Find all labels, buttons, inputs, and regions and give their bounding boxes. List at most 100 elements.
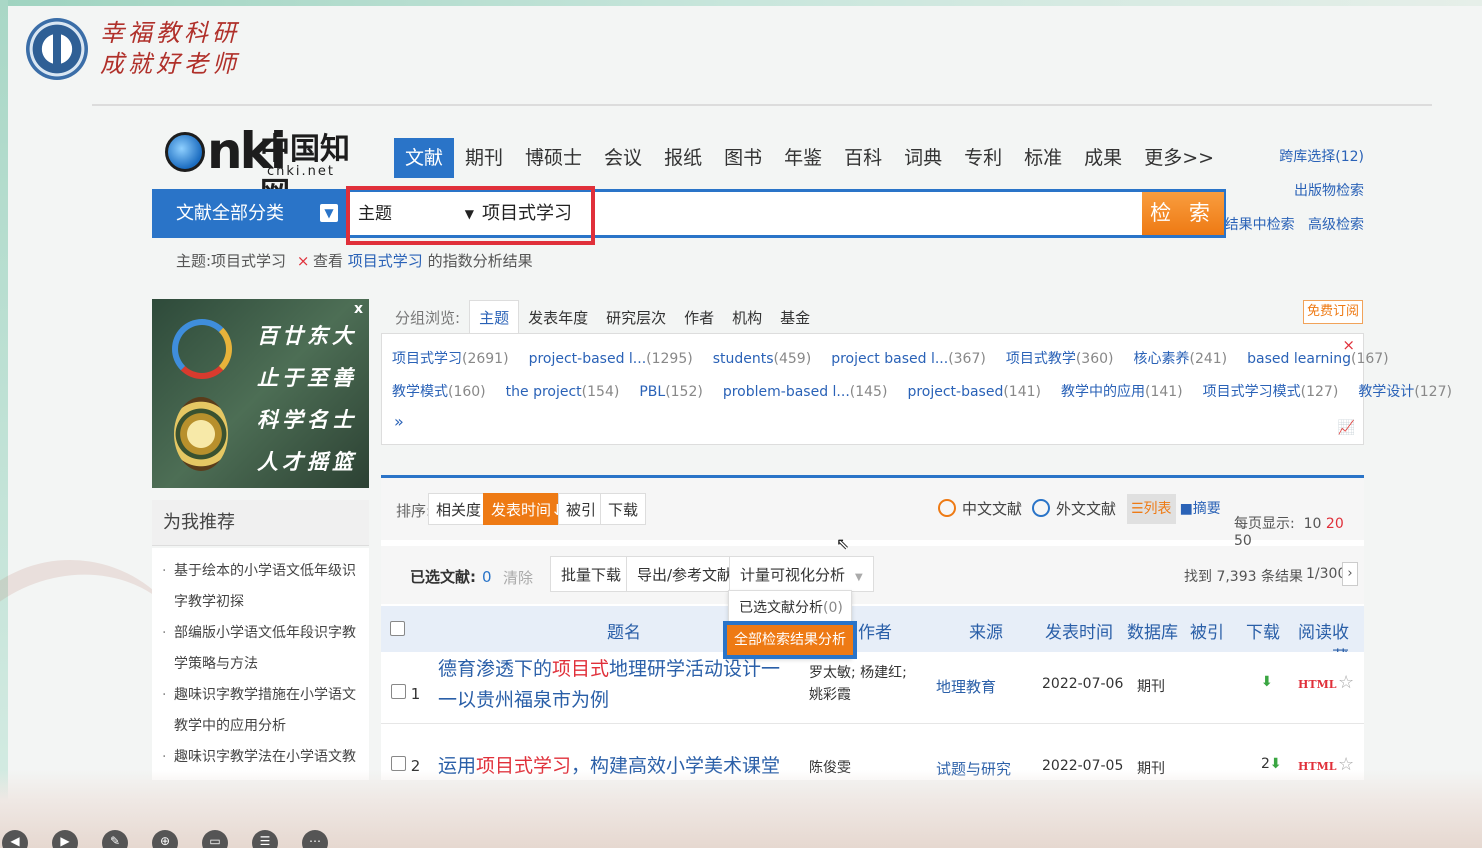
cross-db-select-link[interactable]: 跨库选择(12) — [1225, 146, 1364, 180]
nav-tab-dictionary[interactable]: 词典 — [893, 138, 953, 178]
topic-filter-link[interactable]: 项目式学习模式(127) — [1203, 384, 1339, 400]
more-icon[interactable]: ⋯ — [302, 830, 328, 848]
prev-icon[interactable]: ◀ — [2, 830, 28, 848]
topic-filter-link[interactable]: PBL(152) — [639, 384, 703, 400]
row-authors[interactable]: 罗太敏; 杨建红; 姚彩霞 — [809, 662, 924, 706]
topic-name: 核心素养 — [1133, 351, 1190, 367]
visualize-analysis-button[interactable]: 计量可视化分析 ▼ — [729, 556, 874, 592]
topic-filter-link[interactable]: based learning(167) — [1247, 351, 1388, 367]
cnki-logo[interactable]: nki 中国知网 cnki.net — [155, 122, 365, 211]
per-page-10[interactable]: 10 — [1304, 516, 1322, 532]
group-tab-author[interactable]: 作者 — [675, 302, 723, 334]
all-results-analysis-option[interactable]: 全部检索结果分析 — [723, 621, 857, 659]
row-source[interactable]: 地理教育 — [936, 676, 996, 697]
select-all-checkbox[interactable] — [390, 621, 405, 636]
screen-icon[interactable]: ▭ — [202, 830, 228, 848]
zoom-icon[interactable]: ⊕ — [152, 830, 178, 848]
slide-frame-top — [0, 0, 1482, 6]
header-cited[interactable]: 被引 — [1190, 618, 1224, 643]
group-tab-institution[interactable]: 机构 — [723, 302, 771, 334]
trend-chart-icon[interactable]: 📈 — [1338, 420, 1355, 436]
sort-cited[interactable]: 被引 — [558, 493, 605, 525]
group-tab-fund[interactable]: 基金 — [771, 302, 819, 334]
topic-filter-link[interactable]: project-based l...(1295) — [529, 351, 693, 367]
nav-tab-more[interactable]: 更多>> — [1133, 138, 1225, 178]
download-icon[interactable]: ⬇ — [1261, 674, 1273, 690]
nav-tab-conference[interactable]: 会议 — [593, 138, 653, 178]
close-icon[interactable]: x — [354, 301, 363, 317]
publication-search-link[interactable]: 出版物检索 — [1225, 180, 1364, 214]
row-download[interactable]: ⬇ — [1261, 674, 1273, 690]
topic-filter-link[interactable]: 项目式教学(360) — [1006, 351, 1114, 367]
close-icon[interactable]: × — [297, 252, 310, 270]
header-title[interactable]: 题名 — [607, 618, 641, 643]
topic-filter-link[interactable]: 教学设计(127) — [1358, 384, 1452, 400]
university-banner-ad[interactable]: 百廿东大 止于至善 科学名士 人才摇篮 x — [152, 299, 369, 488]
topic-filter-link[interactable]: problem-based l...(145) — [723, 384, 888, 400]
pen-icon[interactable]: ✎ — [102, 830, 128, 848]
next-page-button[interactable]: › — [1342, 562, 1358, 586]
topic-count: (154) — [581, 384, 620, 400]
group-tab-topic[interactable]: 主题 — [469, 300, 520, 334]
nav-tab-yearbook[interactable]: 年鉴 — [773, 138, 833, 178]
topic-filter-link[interactable]: 教学模式(160) — [392, 384, 486, 400]
selected-analysis-option[interactable]: 已选文献分析(0) — [739, 597, 843, 617]
chinese-literature-toggle[interactable]: 中文文献 — [938, 498, 1022, 519]
nav-tab-newspaper[interactable]: 报纸 — [653, 138, 713, 178]
group-tab-year[interactable]: 发表年度 — [519, 302, 597, 334]
search-in-results-link[interactable]: 结果中检索 — [1225, 217, 1295, 233]
topic-filter-link[interactable]: 项目式学习(2691) — [392, 351, 509, 367]
star-icon[interactable]: ☆ — [1338, 672, 1354, 693]
search-button[interactable]: 检 索 — [1142, 192, 1224, 235]
nav-tab-encyclopedia[interactable]: 百科 — [833, 138, 893, 178]
topic-filter-link[interactable]: students(459) — [713, 351, 811, 367]
sort-relevance[interactable]: 相关度 — [428, 493, 490, 525]
topic-name: students — [712, 351, 774, 367]
banner-motto-line: 人才摇篮 — [257, 449, 357, 474]
topic-filter-link[interactable]: 教学中的应用(141) — [1061, 384, 1183, 400]
view-abstract-button[interactable]: ■摘要 — [1176, 494, 1225, 524]
sort-download[interactable]: 下载 — [600, 493, 647, 525]
recommend-item[interactable]: 基于绘本的小学语文低年级识字教学初探 — [162, 556, 359, 618]
row-title-link[interactable]: 德育渗透下的项目式地理研学活动设计一一以贵州福泉市为例 — [438, 654, 798, 716]
topic-filter-link[interactable]: project based l...(367) — [831, 351, 986, 367]
nav-tab-patent[interactable]: 专利 — [953, 138, 1013, 178]
per-page-20[interactable]: 20 — [1326, 516, 1344, 532]
topic-count: (459) — [773, 351, 812, 367]
row-checkbox[interactable] — [391, 756, 406, 771]
nav-tab-standard[interactable]: 标准 — [1013, 138, 1073, 178]
header-source[interactable]: 来源 — [969, 618, 1003, 643]
nav-tab-literature[interactable]: 文献 — [394, 138, 455, 178]
nav-tab-book[interactable]: 图书 — [713, 138, 773, 178]
topic-filter-link[interactable]: 核心素养(241) — [1134, 351, 1228, 367]
nav-right-links: 跨库选择(12) 出版物检索 结果中检索 高级检索 — [1225, 146, 1364, 248]
topic-name: 教学中的应用 — [1061, 384, 1145, 400]
recommend-item[interactable]: 趣味识字教学措施在小学语文教学中的应用分析 — [162, 680, 359, 742]
header-date[interactable]: 发表时间 — [1045, 618, 1113, 643]
batch-download-button[interactable]: 批量下载 — [550, 556, 633, 592]
row-checkbox[interactable] — [391, 684, 406, 699]
next-icon[interactable]: ▶ — [52, 830, 78, 848]
nav-tab-achievement[interactable]: 成果 — [1073, 138, 1133, 178]
category-select[interactable]: 文献全部分类 ▼ — [152, 189, 346, 238]
note-icon[interactable]: ☰ — [252, 830, 278, 848]
nav-tab-journal[interactable]: 期刊 — [454, 138, 514, 178]
clear-selection-link[interactable]: 清除 — [503, 567, 533, 588]
header-download[interactable]: 下载 — [1246, 618, 1280, 643]
foreign-literature-toggle[interactable]: 外文文献 — [1032, 498, 1116, 519]
index-analysis-keyword[interactable]: 项目式学习 — [348, 252, 423, 270]
expand-more-icon[interactable]: » — [394, 412, 404, 431]
group-tab-level[interactable]: 研究层次 — [597, 302, 675, 334]
view-list-button[interactable]: ☰列表 — [1127, 494, 1176, 524]
nav-tab-thesis[interactable]: 博硕士 — [514, 138, 593, 178]
free-subscribe-button[interactable]: 免费订阅 — [1303, 300, 1363, 324]
topic-filter-link[interactable]: the project(154) — [506, 384, 620, 400]
topic-filter-link[interactable]: project-based(141) — [907, 384, 1041, 400]
recommend-item[interactable]: 部编版小学语文低年段识字教学策略与方法 — [162, 618, 359, 680]
html-read-icon[interactable]: HTML — [1298, 678, 1337, 691]
per-page-label: 每页显示: — [1234, 516, 1295, 532]
header-author[interactable]: 作者 — [858, 618, 892, 643]
header-database[interactable]: 数据库 — [1127, 618, 1178, 643]
advanced-search-link[interactable]: 高级检索 — [1308, 217, 1364, 233]
export-references-button[interactable]: 导出/参考文献 — [626, 556, 744, 592]
